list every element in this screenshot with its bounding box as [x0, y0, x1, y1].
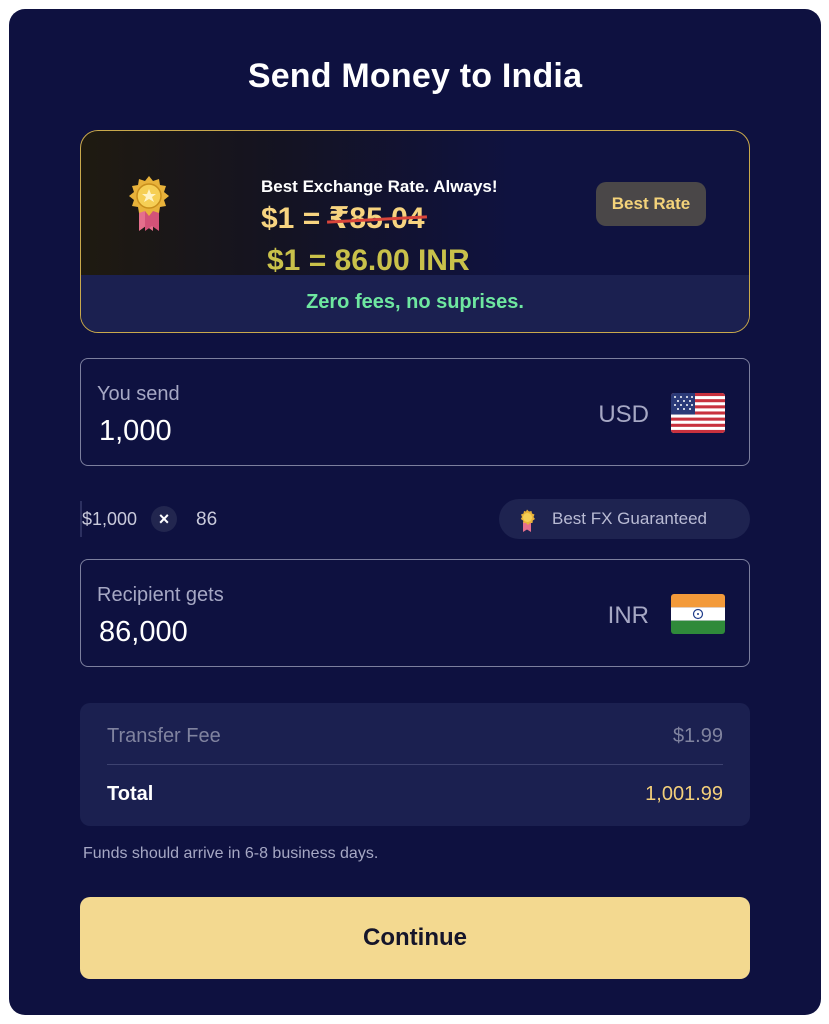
promo-footer: Zero fees, no suprises.	[81, 275, 749, 332]
us-flag-icon[interactable]	[671, 393, 725, 433]
old-rate: $1 = ₹85.04	[261, 201, 425, 236]
india-flag-icon[interactable]	[671, 594, 725, 634]
arrival-note: Funds should arrive in 6-8 business days…	[83, 845, 379, 862]
best-fx-text: Best FX Guaranteed	[552, 509, 707, 528]
send-money-card: Send Money to India Best Exchange Rate. …	[9, 9, 821, 1015]
old-rate-struck: ₹85.04	[328, 202, 425, 235]
promo-heading: Best Exchange Rate. Always!	[261, 177, 498, 196]
fee-summary: Transfer Fee $1.99 Total 1,001.99	[80, 703, 750, 826]
recipient-label: Recipient gets	[97, 584, 224, 606]
best-fx-guaranteed-badge: Best FX Guaranteed	[499, 499, 750, 539]
send-label: You send	[97, 383, 180, 405]
total-label: Total	[107, 783, 154, 805]
page-title: Send Money to India	[247, 57, 583, 95]
recipient-amount-field[interactable]: Recipient gets INR	[80, 559, 750, 667]
summary-divider	[107, 764, 723, 765]
total-value: 1,001.99	[645, 783, 723, 805]
send-currency[interactable]: USD	[598, 401, 649, 429]
multiply-icon: ×	[151, 506, 177, 532]
calc-amount: $1,000	[82, 509, 138, 529]
send-amount-field[interactable]: You send USD	[80, 358, 750, 466]
recipient-amount-input[interactable]	[99, 616, 399, 649]
transfer-fee-value: $1.99	[672, 725, 723, 747]
transfer-fee-label: Transfer Fee	[107, 725, 221, 747]
continue-button[interactable]: Continue	[80, 897, 750, 979]
new-rate: $1 = 86.00 INR	[267, 244, 470, 277]
rate-promo-banner: Best Exchange Rate. Always! $1 = ₹85.04 …	[80, 130, 750, 333]
medal-icon	[129, 176, 169, 231]
best-rate-badge: Best Rate	[596, 182, 706, 226]
conversion-calculation: $1,000 × 86 Best FX Guaranteed	[80, 499, 750, 541]
calc-rate: 86	[196, 509, 218, 530]
recipient-currency[interactable]: INR	[608, 602, 649, 630]
old-rate-prefix: $1 =	[261, 202, 329, 235]
medal-icon	[520, 509, 535, 532]
zero-fees-note: Zero fees, no suprises.	[306, 291, 524, 313]
send-amount-input[interactable]	[99, 415, 399, 448]
